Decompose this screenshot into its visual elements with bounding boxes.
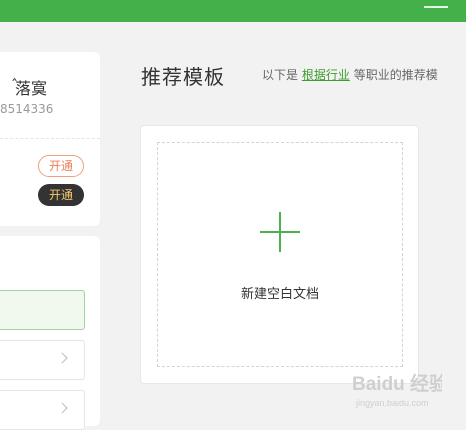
top-bar	[0, 0, 466, 22]
window-control-icon[interactable]	[424, 0, 448, 8]
sidebar-item-active[interactable]	[0, 290, 85, 330]
section-title: 推荐模板	[141, 65, 225, 89]
profile-divider	[0, 138, 100, 139]
watermark-url: jingyan.baidu.com	[355, 398, 429, 408]
user-name: 落寞	[15, 79, 48, 98]
industry-link[interactable]: 根据行业	[302, 68, 350, 82]
sidebar-item[interactable]	[0, 390, 85, 430]
desc-suffix: 等职业的推荐模	[353, 68, 438, 82]
section-description: 以下是 根据行业 等职业的推荐模	[262, 66, 438, 83]
sidebar-item[interactable]	[0, 340, 85, 380]
plus-icon	[260, 212, 300, 252]
user-id: 8514336	[0, 102, 54, 116]
new-blank-document-label: 新建空白文档	[240, 287, 319, 302]
baidu-watermark: Baidu 经验 jingyan.baidu.com	[352, 372, 442, 408]
watermark-text: Baidu 经验	[352, 372, 442, 395]
new-blank-document-button[interactable]: 新建空白文档	[157, 142, 403, 367]
chevron-right-icon	[56, 352, 68, 364]
desc-prefix: 以下是	[262, 68, 299, 82]
open-membership-button[interactable]: 开通	[38, 155, 84, 177]
chevron-right-icon	[56, 402, 68, 414]
open-vip-button[interactable]: 开通	[38, 184, 84, 206]
